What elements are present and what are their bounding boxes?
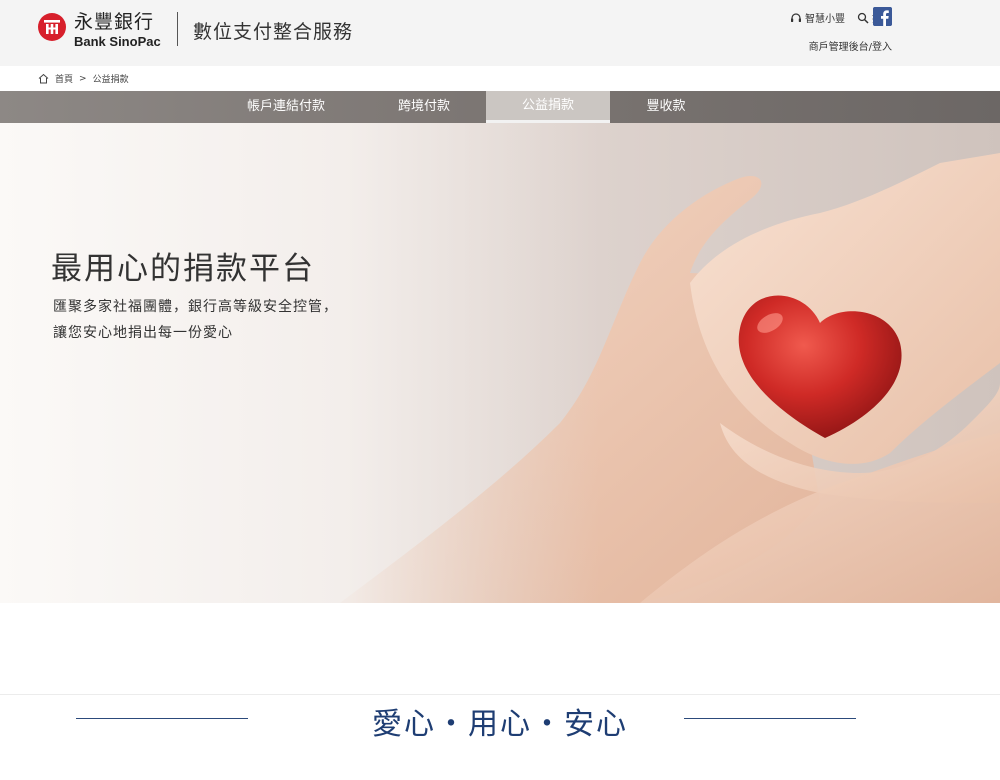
smart-assistant-link[interactable]: 智慧小豐 xyxy=(790,10,845,25)
search-icon xyxy=(857,12,869,24)
bank-logo[interactable]: 永豐銀行 Bank SinoPac xyxy=(38,11,161,49)
bank-name-en: Bank SinoPac xyxy=(74,34,161,49)
values-section: 愛心・用心・安心 xyxy=(0,694,1000,780)
nav-item-harvest-payment[interactable]: 豐收款 xyxy=(604,91,728,123)
site-header: 永豐銀行 Bank SinoPac 數位支付整合服務 智慧小豐 搜尋 商戶管理後… xyxy=(0,0,1000,66)
sinopac-logo-icon xyxy=(38,13,66,41)
main-nav: 帳戶連結付款 跨境付款 公益捐款 豐收款 xyxy=(0,91,1000,123)
facebook-icon[interactable] xyxy=(873,7,892,26)
hero-description-line-1: 匯聚多家社福團體，銀行高等級安全控管， xyxy=(53,299,338,315)
breadcrumb-separator: > xyxy=(79,73,87,84)
nav-item-cross-border-payment[interactable]: 跨境付款 xyxy=(362,91,486,123)
service-title: 數位支付整合服務 xyxy=(193,21,354,43)
headset-icon xyxy=(791,12,801,22)
nav-item-charity-donation[interactable]: 公益捐款 xyxy=(486,91,610,123)
hero-banner: 最用心的捐款平台 匯聚多家社福團體，銀行高等級安全控管， 讓您安心地捐出每一份愛… xyxy=(0,123,1000,603)
heading-rule-right xyxy=(684,718,856,719)
smart-assistant-label: 智慧小豐 xyxy=(805,14,845,25)
hero-description-line-2: 讓您安心地捐出每一份愛心 xyxy=(53,325,233,341)
nav-item-account-link-payment[interactable]: 帳戶連結付款 xyxy=(224,91,348,123)
breadcrumb-current: 公益捐款 xyxy=(92,75,129,85)
hero-title: 最用心的捐款平台 xyxy=(51,251,315,287)
breadcrumb: 首頁 > 公益捐款 xyxy=(38,72,129,85)
home-icon[interactable] xyxy=(38,73,49,84)
breadcrumb-home[interactable]: 首頁 xyxy=(55,72,73,85)
hands-heart-image xyxy=(0,123,1000,603)
header-divider xyxy=(177,12,178,46)
bank-name-cn: 永豐銀行 xyxy=(74,11,155,33)
merchant-login-link[interactable]: 商戶管理後台/登入 xyxy=(809,38,892,53)
section-heading: 愛心・用心・安心 xyxy=(372,707,628,742)
